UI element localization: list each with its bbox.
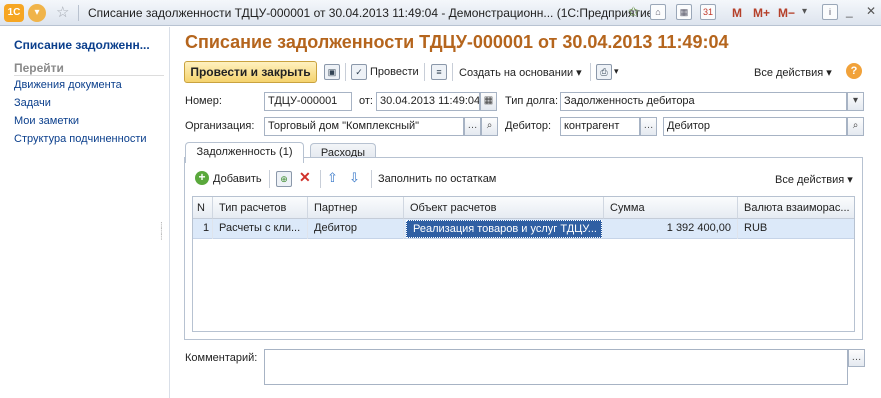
number-label: Номер: — [185, 95, 222, 107]
number-field[interactable]: ТДЦУ-000001 — [264, 92, 352, 111]
post-and-close-button[interactable]: Провести и закрыть — [184, 61, 317, 83]
info-icon[interactable]: i — [822, 4, 838, 20]
ellipsis-icon[interactable]: … — [848, 349, 865, 367]
move-down-icon[interactable]: ⇩ — [349, 170, 360, 186]
sidebar-item-subordination[interactable]: Структура подчиненности — [14, 133, 147, 145]
cell-settlement-type[interactable]: Расчеты с кли... — [213, 219, 308, 239]
sidebar: Списание задолженн... Перейти Движения д… — [0, 27, 170, 398]
column-header-settlement-type[interactable]: Тип расчетов — [213, 197, 308, 219]
tab-debt[interactable]: Задолженность (1) — [185, 142, 304, 163]
add-icon[interactable]: + — [195, 171, 209, 185]
comment-label: Комментарий: — [185, 352, 258, 364]
table-all-actions-button[interactable]: Все действия ▾ — [775, 173, 853, 186]
create-based-on-button[interactable]: Создать на основании ▾ — [459, 66, 582, 79]
column-header-settlement-object[interactable]: Объект расчетов — [404, 197, 604, 219]
comment-field[interactable] — [264, 349, 848, 385]
column-header-amount[interactable]: Сумма — [604, 197, 738, 219]
post-button[interactable]: Провести — [370, 66, 419, 78]
sidebar-divider — [14, 75, 164, 76]
move-up-icon[interactable]: ⇧ — [327, 170, 338, 186]
minimize-icon[interactable]: _ — [846, 4, 853, 18]
add-row-button[interactable]: Добавить — [213, 173, 262, 185]
cell-currency[interactable]: RUB — [738, 219, 854, 239]
window-title: Списание задолженности ТДЦУ-000001 от 30… — [88, 6, 658, 20]
chevron-down-icon[interactable]: ▾ — [847, 92, 864, 111]
cell-partner[interactable]: Дебитор — [308, 219, 404, 239]
memory-minus-button[interactable]: M− — [778, 6, 795, 20]
column-header-n[interactable]: N — [193, 197, 213, 219]
cell-n: 1 — [193, 219, 213, 239]
calculator-icon[interactable]: ▦ — [676, 4, 692, 20]
favorite-star-icon[interactable]: ☆ — [56, 3, 69, 21]
all-actions-label: Все действия — [754, 67, 824, 79]
toolbar-divider — [590, 63, 591, 81]
help-button[interactable]: ? — [846, 63, 862, 79]
list-icon[interactable]: ≡ — [431, 64, 447, 80]
sidebar-goto-heading: Перейти — [14, 61, 64, 75]
toolbar-divider — [345, 63, 346, 81]
link-icon[interactable]: ⌂ — [650, 4, 666, 20]
sidebar-item-tasks[interactable]: Задачи — [14, 97, 51, 109]
sidebar-title[interactable]: Списание задолженн... — [14, 38, 150, 52]
toolbar-divider — [269, 170, 270, 188]
delete-icon[interactable]: ✕ — [299, 169, 311, 186]
print-icon[interactable]: ⎙ — [596, 64, 612, 80]
save-icon[interactable]: ▣ — [324, 64, 340, 80]
search-icon[interactable]: ⌕ — [847, 117, 864, 136]
app-logo-icon[interactable]: 1С — [4, 4, 24, 22]
all-actions-button[interactable]: Все действия ▾ — [754, 66, 832, 79]
organization-field[interactable]: Торговый дом "Комплексный" — [264, 117, 464, 136]
debtor-field[interactable]: Дебитор — [663, 117, 847, 136]
titlebar-divider — [78, 5, 79, 21]
cell-amount[interactable]: 1 392 400,00 — [604, 219, 738, 239]
debt-type-label: Тип долга: — [505, 95, 559, 107]
chevron-down-icon[interactable]: ▾ — [614, 66, 619, 77]
debt-table[interactable]: N Тип расчетов Партнер Объект расчетов С… — [192, 196, 855, 332]
table-row[interactable]: 1 Расчеты с кли... Дебитор Реализация то… — [193, 219, 854, 239]
sidebar-item-document-movements[interactable]: Движения документа — [14, 79, 122, 91]
calendar-picker-icon[interactable]: ▦ — [480, 92, 497, 111]
memory-plus-button[interactable]: M+ — [753, 6, 770, 20]
window-titlebar: 1С ▾ ☆ Списание задолженности ТДЦУ-00000… — [0, 0, 881, 26]
toolbar-divider — [424, 63, 425, 81]
create-based-on-label: Создать на основании — [459, 67, 574, 79]
debt-type-select[interactable]: Задолженность дебитора — [560, 92, 847, 111]
column-header-currency[interactable]: Валюта взаиморас... — [738, 197, 854, 219]
copy-row-icon[interactable]: ⊕ — [276, 171, 292, 187]
document-title: Списание задолженности ТДЦУ-000001 от 30… — [185, 32, 729, 52]
memory-dropdown-icon[interactable]: ▾ — [802, 6, 807, 17]
post-document-icon[interactable]: ✓ — [351, 64, 367, 80]
memory-button[interactable]: M — [732, 6, 742, 20]
debtor-label: Дебитор: — [505, 120, 552, 132]
column-header-partner[interactable]: Партнер — [308, 197, 404, 219]
fill-by-balances-button[interactable]: Заполнить по остаткам — [378, 173, 496, 185]
toolbar-divider — [320, 170, 321, 188]
debtor-kind-field[interactable]: контрагент — [560, 117, 640, 136]
calendar-icon[interactable]: 31 — [700, 4, 716, 20]
date-field[interactable]: 30.04.2013 11:49:04 — [376, 92, 480, 111]
toolbar-divider — [371, 170, 372, 188]
menu-dropdown-icon[interactable]: ▾ — [28, 4, 46, 22]
table-all-actions-label: Все действия — [775, 174, 845, 186]
ellipsis-icon[interactable]: … — [640, 117, 657, 136]
cell-settlement-object[interactable]: Реализация товаров и услуг ТДЦУ... — [406, 220, 602, 238]
add-favorite-icon[interactable]: ✩ — [628, 4, 639, 20]
sidebar-item-notes[interactable]: Мои заметки — [14, 115, 79, 127]
toolbar-divider — [452, 63, 453, 81]
sidebar-splitter-handle[interactable]: ⁝ ⁝ ⁝ — [160, 221, 163, 242]
organization-label: Организация: — [185, 120, 255, 132]
close-icon[interactable]: ✕ — [866, 4, 876, 18]
search-icon[interactable]: ⌕ — [481, 117, 498, 136]
ellipsis-icon[interactable]: … — [464, 117, 481, 136]
date-label: от: — [359, 95, 373, 107]
